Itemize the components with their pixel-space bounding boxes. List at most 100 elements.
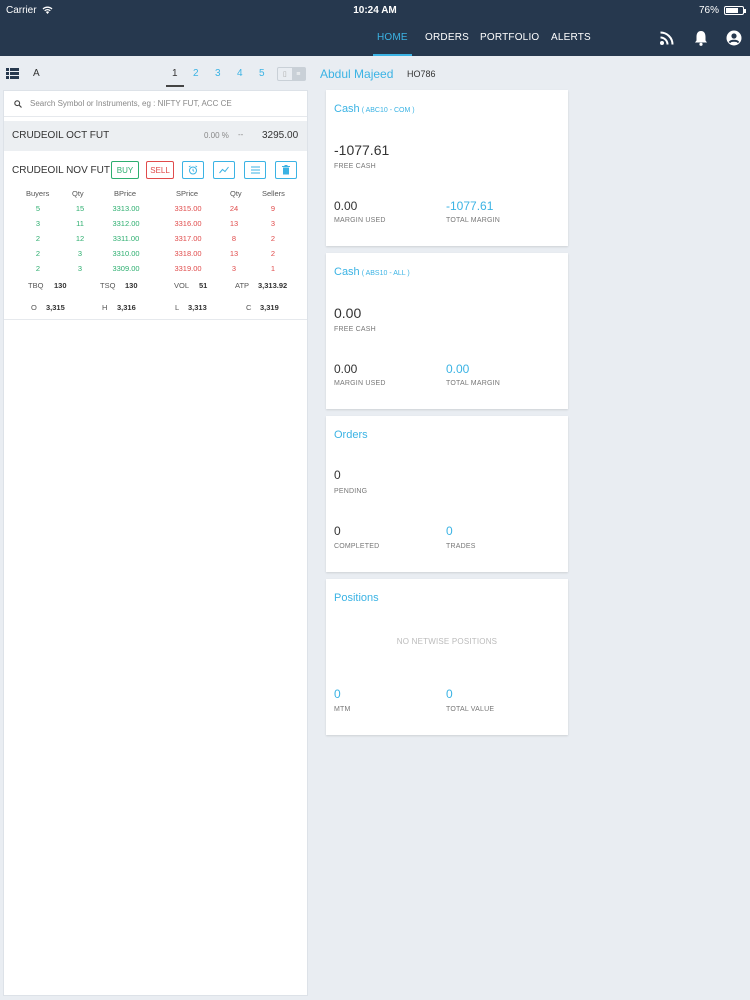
free-cash-label: FREE CASH bbox=[334, 163, 376, 170]
nav-portfolio[interactable]: PORTFOLIO bbox=[480, 20, 539, 56]
symbol-row-crudeoil-oct[interactable]: CRUDEOIL OCT FUT 0.00 % -- 3295.00 bbox=[4, 121, 307, 151]
depth-sprice: 3318.00 bbox=[174, 249, 202, 258]
chart-button[interactable] bbox=[213, 161, 235, 179]
trash-icon bbox=[282, 165, 290, 175]
stat-close-label: C bbox=[246, 303, 252, 312]
depth-buyers: 2 bbox=[35, 264, 41, 273]
depth-sellers: 2 bbox=[270, 249, 276, 258]
depth-bprice: 3311.00 bbox=[112, 234, 140, 243]
nav-home[interactable]: HOME bbox=[373, 20, 412, 56]
orders-card[interactable]: Orders 0 PENDING 0 COMPLETED 0 TRADES bbox=[326, 416, 568, 572]
depth-buyers: 5 bbox=[35, 204, 41, 213]
free-cash-value: 0.00 bbox=[334, 305, 362, 321]
depth-sell-qty: 8 bbox=[231, 234, 237, 243]
sell-button[interactable]: SELL bbox=[146, 161, 174, 179]
total-value-label: TOTAL VALUE bbox=[446, 706, 495, 713]
toggle-off-icon[interactable]: ▯ bbox=[278, 68, 292, 80]
mtm-label: MTM bbox=[334, 706, 351, 713]
stat-tbq-value: 130 bbox=[54, 281, 67, 290]
cash-card-com: Cash( ABC10 - COM ) -1077.61 FREE CASH 0… bbox=[326, 90, 568, 246]
view-toggle[interactable]: ▯ ≡ bbox=[277, 67, 306, 81]
header-sellers: Sellers bbox=[262, 189, 285, 198]
wifi-icon bbox=[42, 6, 53, 14]
details-button[interactable] bbox=[244, 161, 266, 179]
depth-bprice: 3312.00 bbox=[112, 219, 140, 228]
delete-button[interactable] bbox=[275, 161, 297, 179]
list-icon bbox=[250, 166, 260, 174]
depth-sellers: 2 bbox=[270, 234, 276, 243]
margin-used-label: MARGIN USED bbox=[334, 380, 386, 387]
card-subtitle: ( ABC10 - COM ) bbox=[361, 107, 415, 114]
trades-label: TRADES bbox=[446, 543, 476, 550]
nav-orders[interactable]: ORDERS bbox=[425, 20, 469, 56]
header-buy-qty: Qty bbox=[72, 189, 84, 198]
completed-label: COMPLETED bbox=[334, 543, 380, 550]
search-input[interactable] bbox=[30, 99, 290, 108]
depth-buyers: 2 bbox=[35, 249, 41, 258]
depth-sell-qty: 24 bbox=[229, 204, 239, 213]
header-sprice: SPrice bbox=[176, 189, 199, 198]
depth-sprice: 3315.00 bbox=[174, 204, 202, 213]
stat-open-label: O bbox=[31, 303, 37, 312]
nav-alerts[interactable]: ALERTS bbox=[551, 20, 591, 56]
battery-icon bbox=[723, 5, 746, 15]
margin-used-value: 0.00 bbox=[334, 199, 358, 213]
page-1[interactable]: 1 bbox=[166, 68, 183, 87]
total-margin-label: TOTAL MARGIN bbox=[446, 380, 500, 387]
status-bar: Carrier 10:24 AM 76% bbox=[0, 0, 750, 20]
user-account-icon[interactable] bbox=[725, 29, 743, 47]
page-2[interactable]: 2 bbox=[193, 68, 199, 79]
depth-sell-qty: 13 bbox=[229, 249, 239, 258]
depth-bprice: 3313.00 bbox=[112, 204, 140, 213]
stat-close-value: 3,319 bbox=[260, 303, 279, 312]
card-title: Positions bbox=[334, 592, 379, 604]
top-navigation: HOME ORDERS PORTFOLIO ALERTS bbox=[0, 20, 750, 56]
card-title: Cash( ABS10 - ALL ) bbox=[334, 266, 410, 278]
margin-used-value: 0.00 bbox=[334, 362, 358, 376]
page-4[interactable]: 4 bbox=[237, 68, 243, 79]
depth-buyers: 2 bbox=[35, 234, 41, 243]
mtm-value: 0 bbox=[334, 687, 341, 701]
page-5[interactable]: 5 bbox=[259, 68, 265, 79]
stat-tsq-label: TSQ bbox=[100, 281, 116, 290]
total-value-value: 0 bbox=[446, 687, 453, 701]
total-margin-value: -1077.61 bbox=[446, 199, 494, 213]
clock: 10:24 AM bbox=[353, 4, 397, 16]
cash-card-all: Cash( ABS10 - ALL ) 0.00 FREE CASH 0.00 … bbox=[326, 253, 568, 409]
divider bbox=[4, 319, 307, 320]
margin-used-label: MARGIN USED bbox=[334, 217, 386, 224]
depth-buy-qty: 3 bbox=[77, 249, 83, 258]
stat-high-value: 3,316 bbox=[117, 303, 136, 312]
percent-change: 0.00 % bbox=[204, 131, 229, 140]
depth-buy-qty: 11 bbox=[76, 219, 84, 228]
stat-vol-label: VOL bbox=[174, 281, 190, 290]
buy-button[interactable]: BUY bbox=[111, 161, 139, 179]
stat-vol-value: 51 bbox=[199, 281, 208, 290]
toggle-on-icon[interactable]: ≡ bbox=[291, 68, 305, 80]
line-chart-icon bbox=[219, 166, 229, 174]
bell-icon[interactable] bbox=[692, 29, 710, 47]
depth-sellers: 3 bbox=[270, 219, 276, 228]
positions-card[interactable]: Positions NO NETWISE POSITIONS 0 MTM 0 T… bbox=[326, 579, 568, 735]
stat-atp-value: 3,313.92 bbox=[258, 281, 288, 290]
depth-buyers: 3 bbox=[35, 219, 41, 228]
battery-percent: 76% bbox=[698, 4, 719, 16]
page-3[interactable]: 3 bbox=[215, 68, 221, 79]
stat-tbq-label: TBQ bbox=[28, 281, 44, 290]
depth-sell-qty: 3 bbox=[231, 264, 237, 273]
depth-buy-qty: 15 bbox=[75, 204, 85, 213]
search-bar[interactable] bbox=[4, 91, 307, 117]
rss-feed-icon[interactable] bbox=[658, 29, 676, 47]
depth-buy-qty: 12 bbox=[75, 234, 85, 243]
card-title: Cash( ABC10 - COM ) bbox=[334, 103, 415, 115]
list-view-icon[interactable] bbox=[6, 68, 19, 79]
depth-buy-qty: 3 bbox=[77, 264, 83, 273]
depth-sellers: 9 bbox=[270, 204, 276, 213]
stat-high-label: H bbox=[102, 303, 108, 312]
user-name: Abdul Majeed bbox=[320, 67, 394, 81]
depth-sell-qty: 13 bbox=[229, 219, 239, 228]
depth-sellers: 1 bbox=[270, 264, 276, 273]
alarm-button[interactable] bbox=[182, 161, 204, 179]
stat-atp-label: ATP bbox=[235, 281, 250, 290]
depth-sprice: 3316.00 bbox=[174, 219, 202, 228]
